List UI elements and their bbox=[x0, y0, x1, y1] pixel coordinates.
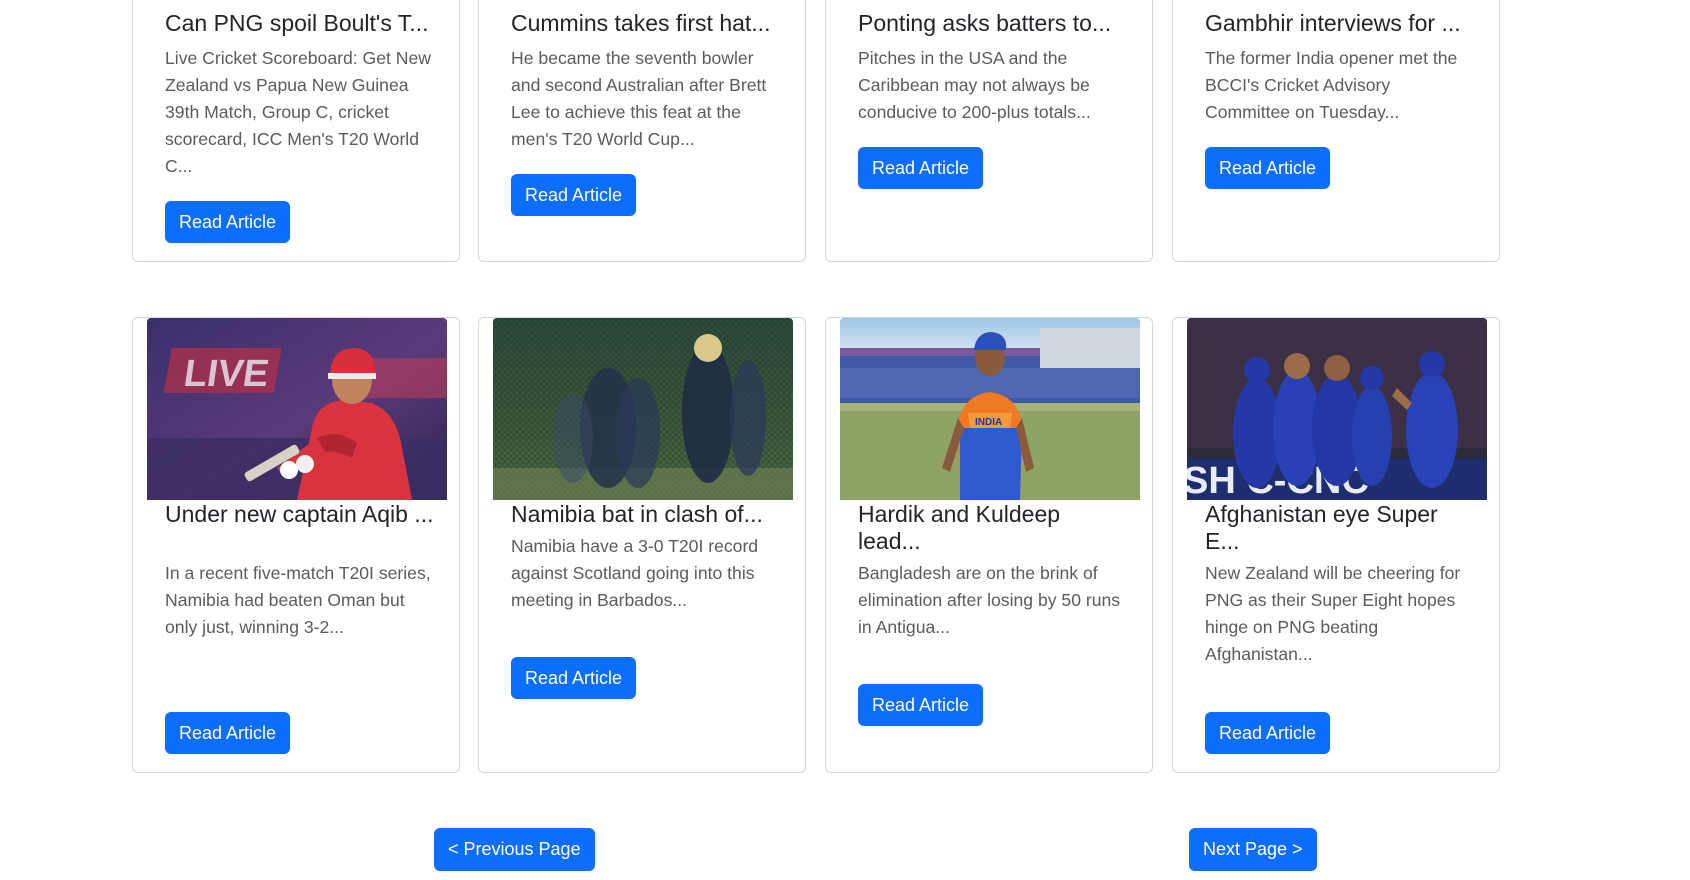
article-description: Namibia have a 3-0 T20I record against S… bbox=[511, 536, 759, 610]
article-description: He became the seventh bowler and second … bbox=[511, 48, 767, 149]
article-description: The former India opener met the BCCI's C… bbox=[1205, 48, 1458, 122]
article-card: LIVE Under new captain Aqib ... In a rec… bbox=[132, 317, 460, 773]
article-description: Live Cricket Scoreboard: Get New Zealand… bbox=[165, 48, 431, 176]
read-article-button[interactable]: Read Article bbox=[1205, 712, 1331, 754]
read-article-button[interactable]: Read Article bbox=[165, 712, 291, 754]
article-description: In a recent five-match T20I series, Nami… bbox=[165, 563, 431, 637]
article-card: Ponting asks batters to... Pitches in th… bbox=[825, 0, 1153, 262]
news-page: Can PNG spoil Boult's T... Live Cricket … bbox=[0, 0, 1690, 880]
read-article-button[interactable]: Read Article bbox=[1205, 147, 1331, 189]
article-card: INDIA Hardik and Kuldeep lead... Banglad… bbox=[825, 317, 1153, 773]
article-description: New Zealand will be cheering for PNG as … bbox=[1205, 563, 1461, 664]
article-image[interactable]: SH C-CNC bbox=[1187, 318, 1487, 500]
read-article-button[interactable]: Read Article bbox=[165, 201, 291, 243]
article-description: Pitches in the USA and the Caribbean may… bbox=[858, 48, 1091, 122]
previous-page-button[interactable]: < Previous Page bbox=[434, 828, 595, 871]
read-article-button[interactable]: Read Article bbox=[511, 174, 637, 216]
svg-text:LIVE: LIVE bbox=[181, 352, 271, 395]
article-title[interactable]: Ponting asks batters to... bbox=[858, 10, 1128, 37]
article-card: Namibia bat in clash of... Namibia have … bbox=[478, 317, 806, 773]
article-title[interactable]: Afghanistan eye Super E... bbox=[1205, 501, 1475, 555]
read-article-button[interactable]: Read Article bbox=[511, 657, 637, 699]
article-image[interactable]: LIVE bbox=[147, 318, 447, 500]
svg-text:INDIA: INDIA bbox=[975, 417, 1002, 428]
article-card: Can PNG spoil Boult's T... Live Cricket … bbox=[132, 0, 460, 262]
article-image[interactable] bbox=[493, 318, 793, 500]
article-description: Bangladesh are on the brink of eliminati… bbox=[858, 563, 1121, 637]
article-card: Gambhir interviews for ... The former In… bbox=[1172, 0, 1500, 262]
read-article-button[interactable]: Read Article bbox=[858, 684, 984, 726]
article-title[interactable]: Namibia bat in clash of... bbox=[511, 501, 781, 528]
article-title[interactable]: Hardik and Kuldeep lead... bbox=[858, 501, 1128, 555]
next-page-button[interactable]: Next Page > bbox=[1189, 828, 1317, 871]
article-title[interactable]: Cummins takes first hat... bbox=[511, 10, 781, 37]
read-article-button[interactable]: Read Article bbox=[858, 147, 984, 189]
article-image[interactable]: INDIA bbox=[840, 318, 1140, 500]
article-title[interactable]: Under new captain Aqib ... bbox=[165, 501, 435, 528]
article-card: SH C-CNC Afghanistan eye Super E... New … bbox=[1172, 317, 1500, 773]
article-title[interactable]: Can PNG spoil Boult's T... bbox=[165, 10, 435, 37]
article-card: Cummins takes first hat... He became the… bbox=[478, 0, 806, 262]
article-title[interactable]: Gambhir interviews for ... bbox=[1205, 10, 1475, 37]
